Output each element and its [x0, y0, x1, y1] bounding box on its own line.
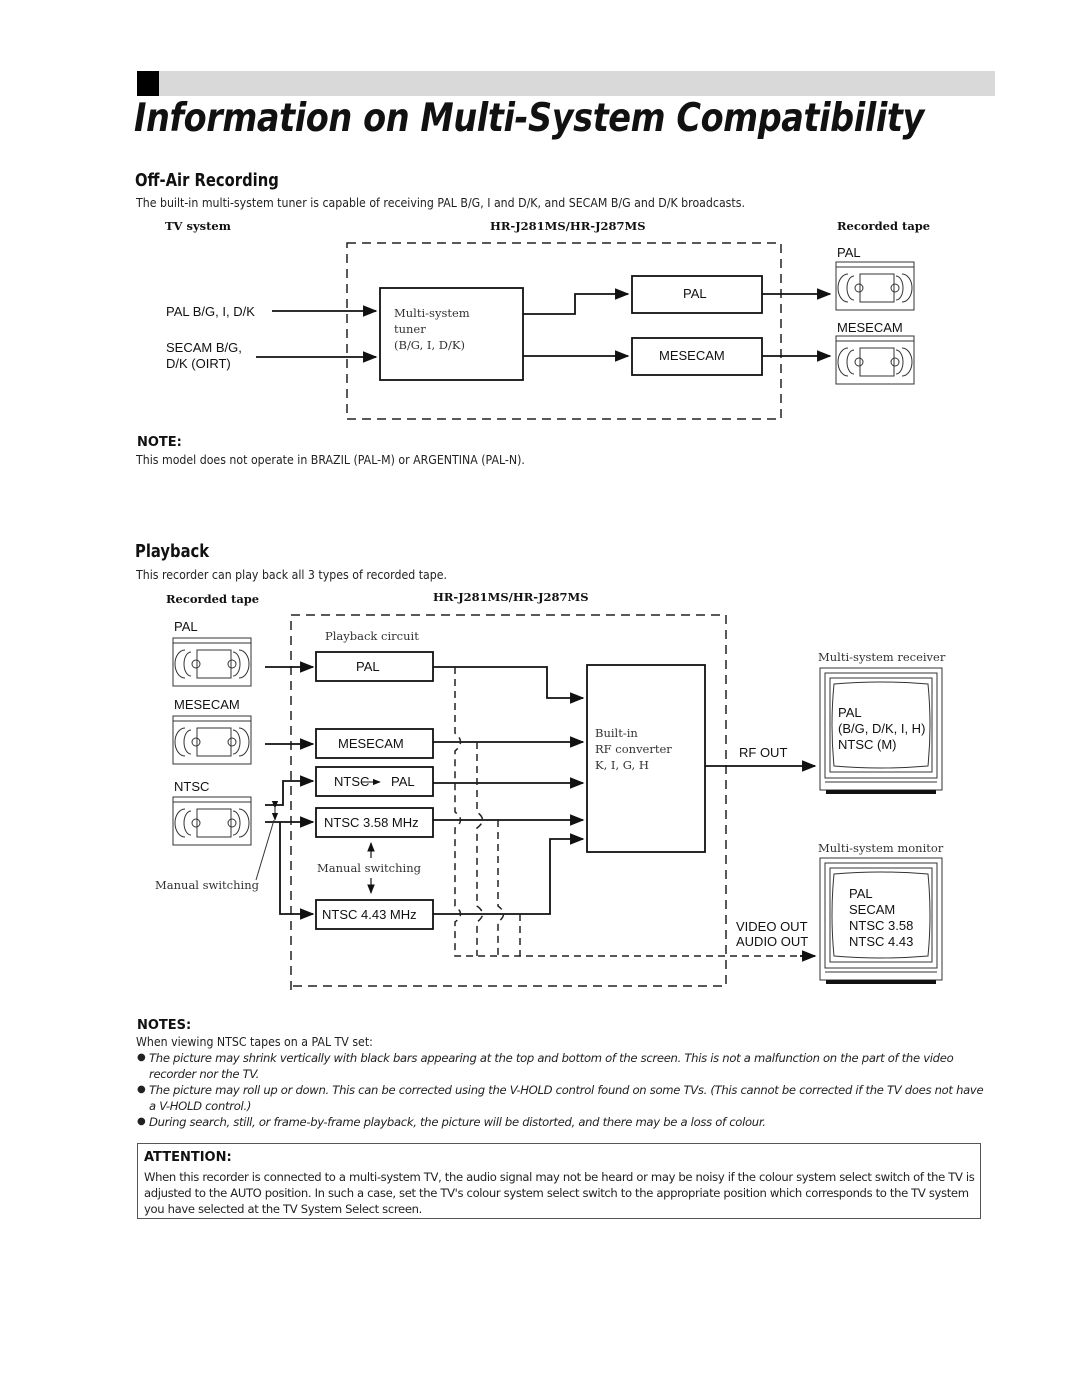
- column-recorded-tape: Recorded tape: [166, 592, 260, 606]
- rf-converter-label-2: RF converter: [595, 742, 672, 756]
- playback-diagram: [172, 614, 943, 990]
- note-item: The picture may roll up or down. This ca…: [137, 1082, 985, 1114]
- tape-label-ntsc: NTSC: [174, 779, 210, 794]
- tape-label-mesecam: MESECAM: [837, 320, 903, 335]
- attention-box: ATTENTION: When this recorder is connect…: [137, 1143, 981, 1219]
- video-out-label: VIDEO OUT: [736, 919, 808, 934]
- monitor-label: Multi-system monitor: [818, 841, 944, 855]
- audio-out-label: AUDIO OUT: [736, 934, 809, 949]
- circuit-pal: PAL: [356, 659, 380, 674]
- monitor-screen-line: PAL: [849, 886, 873, 901]
- note-heading: NOTE:: [137, 435, 182, 450]
- note-item: The picture may shrink vertically with b…: [137, 1050, 985, 1082]
- note-item: During search, still, or frame-by-frame …: [137, 1114, 985, 1130]
- circuit-ntsc-358: NTSC 3.58 MHz: [324, 815, 419, 830]
- input-pal: PAL B/G, I, D/K: [166, 304, 255, 319]
- tape-icon: [172, 637, 252, 687]
- output-pal: PAL: [683, 286, 707, 301]
- input-secam-1: SECAM B/G,: [166, 340, 242, 355]
- tuner-label-3: (B/G, I, D/K): [394, 338, 465, 352]
- column-model: HR-J281MS/HR-J287MS: [433, 590, 589, 604]
- notes-lead: When viewing NTSC tapes on a PAL TV set:: [136, 1034, 373, 1049]
- input-secam-2: D/K (OIRT): [166, 356, 231, 371]
- notes-list: The picture may shrink vertically with b…: [137, 1050, 985, 1130]
- off-air-diagram: [256, 242, 915, 420]
- playback-intro: This recorder can play back all 3 types …: [136, 567, 448, 582]
- manual-switching-label: Manual switching: [317, 861, 421, 875]
- manual-switching-tape-label: Manual switching: [155, 878, 259, 892]
- rf-converter-label-3: K, I, G, H: [595, 758, 649, 772]
- output-mesecam: MESECAM: [659, 348, 725, 363]
- tuner-to-pal: [523, 288, 630, 315]
- tape-label-pal: PAL: [174, 619, 198, 634]
- tuner-label-2: tuner: [394, 322, 426, 336]
- tape-icon: [172, 796, 252, 846]
- attention-text: When this recorder is connected to a mul…: [144, 1170, 975, 1216]
- tape-icon: [172, 715, 252, 765]
- note-text: This model does not operate in BRAZIL (P…: [136, 452, 525, 467]
- circuit-pal-target: PAL: [391, 774, 415, 789]
- playback-circuit-label: Playback circuit: [325, 629, 419, 643]
- monitor-screen-line: NTSC 3.58: [849, 918, 914, 933]
- circuit-ntsc-443: NTSC 4.43 MHz: [322, 907, 417, 922]
- tape-icon: [835, 335, 915, 385]
- monitor-screen-line: NTSC 4.43: [849, 934, 914, 949]
- tape-label-pal: PAL: [837, 245, 861, 260]
- monitor-screen-line: SECAM: [849, 902, 896, 917]
- circuit-mesecam: MESECAM: [338, 736, 404, 751]
- receiver-label: Multi-system receiver: [818, 650, 946, 664]
- circuit-ntsc: NTSC: [334, 774, 370, 789]
- rf-out-label: RF OUT: [739, 745, 788, 760]
- notes-heading: NOTES:: [137, 1018, 192, 1033]
- receiver-screen-line: (B/G, D/K, I, H): [838, 721, 926, 736]
- receiver-screen-line: PAL: [838, 705, 862, 720]
- tape-label-mesecam: MESECAM: [174, 697, 240, 712]
- receiver-screen-line: NTSC (M): [838, 737, 897, 752]
- section-heading-playback: Playback: [135, 541, 210, 562]
- tuner-label-1: Multi-system: [394, 306, 470, 320]
- tape-icon: [835, 261, 915, 311]
- attention-heading: ATTENTION:: [144, 1150, 232, 1165]
- rf-converter-label-1: Built-in: [595, 726, 638, 740]
